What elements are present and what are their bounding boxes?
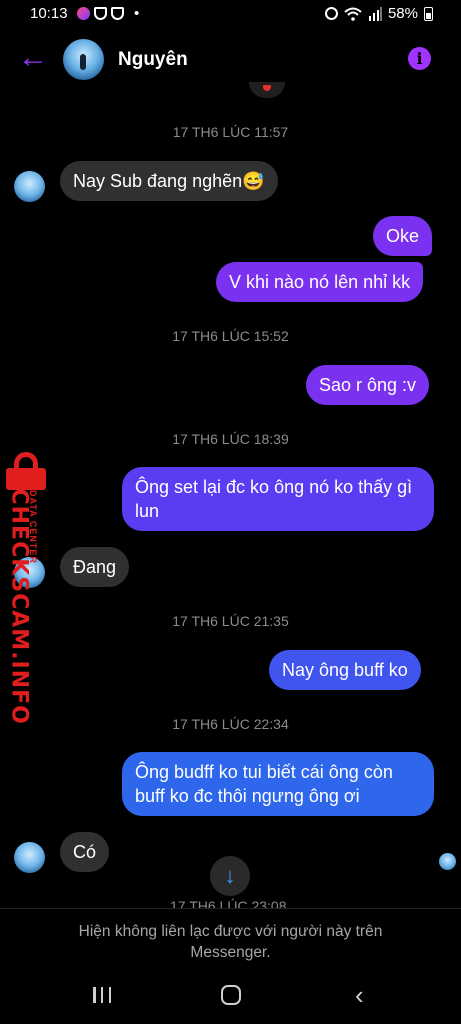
message-outgoing[interactable]: Ông budff ko tui biết cái ông còn buff k… (122, 752, 434, 816)
system-nav-bar: ‹ (0, 966, 461, 1024)
message-incoming[interactable]: Nay Sub đang nghẽn😅 (60, 161, 278, 201)
home-icon[interactable] (221, 985, 241, 1005)
message-incoming[interactable]: Có (60, 832, 110, 872)
nav-back-icon[interactable]: ‹ (355, 982, 364, 1008)
message-outgoing[interactable]: Ông set lại đc ko ông nó ko thấy gì lun (122, 467, 434, 531)
scroll-down-button[interactable]: ↓ (210, 856, 250, 896)
lock-icon (4, 452, 48, 490)
contact-avatar[interactable] (63, 39, 104, 80)
wifi-icon (344, 7, 362, 21)
info-icon[interactable]: i (408, 47, 431, 70)
shield-icon (94, 7, 107, 20)
chat-header: ← Nguyên i (0, 30, 461, 90)
message-outgoing[interactable]: Nay ông buff ko (269, 650, 421, 690)
seen-receipt-avatar (439, 853, 456, 870)
status-right-icons: 58% (324, 5, 433, 22)
unavailable-notice: Hiện không liên lạc được với người này t… (0, 908, 461, 966)
message-outgoing[interactable]: Sao r ông :v (306, 365, 430, 405)
status-dot: • (134, 5, 140, 22)
message-incoming[interactable]: Đang (60, 547, 130, 587)
battery-icon (424, 6, 433, 21)
watermark: DATA CENTER CHECKSCAM.INFO (2, 452, 52, 725)
status-bar: 10:13 • 58% (0, 0, 461, 30)
messenger-notif-icon (77, 7, 90, 20)
sender-avatar[interactable] (14, 842, 45, 873)
recent-apps-icon[interactable] (93, 987, 111, 1003)
shield-icon (111, 7, 124, 20)
message-outgoing[interactable]: V khi nào nó lên nhỉ kk (216, 262, 424, 302)
notice-text: Hiện không liên lạc được với người này t… (78, 923, 383, 961)
status-left-icons: • (77, 5, 139, 22)
back-arrow-icon[interactable]: ← (18, 43, 48, 74)
sender-avatar[interactable] (14, 171, 45, 202)
arrow-down-icon: ↓ (224, 863, 236, 888)
contact-name[interactable]: Nguyên (118, 49, 188, 71)
status-time: 10:13 (30, 5, 68, 22)
reaction-fragment (249, 82, 285, 98)
message-outgoing[interactable]: Oke (373, 216, 433, 256)
timestamp: 17 TH6 LÚC 18:39 (172, 431, 289, 447)
watermark-brand: CHECKSCAM.INFO (6, 488, 32, 725)
signal-icon (368, 6, 382, 21)
alarm-icon (324, 7, 338, 20)
timestamp: 17 TH6 LÚC 15:52 (172, 328, 289, 344)
timestamp: 17 TH6 LÚC 21:35 (172, 613, 289, 629)
timestamp: 17 TH6 LÚC 22:34 (172, 716, 289, 732)
battery-percent: 58% (387, 5, 418, 22)
timestamp: 17 TH6 LÚC 11:57 (172, 124, 289, 140)
